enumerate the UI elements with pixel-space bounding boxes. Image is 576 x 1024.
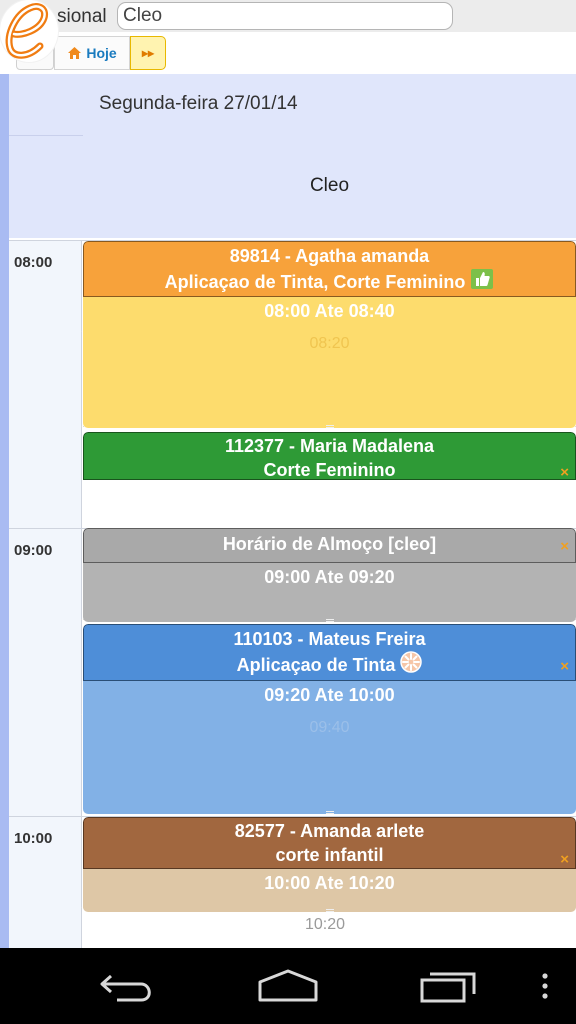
appointment-card[interactable]: 110103 - Mateus Freira Aplicaçao de Tint… (83, 624, 576, 814)
home-icon[interactable] (256, 968, 320, 1004)
resize-handle[interactable] (325, 619, 334, 622)
day-header: Segunda-feira 27/01/14 Cleo (9, 74, 576, 238)
time-label: 10:00 (14, 830, 53, 847)
android-navigation-bar (0, 948, 576, 1024)
appointment-header: 89814 - Agatha amanda Aplicaçao de Tinta… (83, 241, 576, 297)
menu-icon[interactable] (540, 972, 550, 1002)
resize-handle[interactable] (325, 811, 334, 814)
slot-hint: 08:20 (309, 335, 350, 352)
appointment-header: 110103 - Mateus Freira Aplicaçao de Tint… (83, 624, 576, 681)
appointment-title: 110103 - Mateus Freira (233, 629, 426, 649)
time-label: 09:00 (14, 542, 53, 559)
resize-handle[interactable] (325, 909, 334, 912)
appointment-time: 09:20 Ate 10:00 (264, 685, 395, 705)
appointment-card[interactable]: Horário de Almoço [cleo] × 09:00 Ate 09:… (83, 528, 576, 622)
appointment-time: 09:00 Ate 09:20 (264, 567, 395, 587)
appointment-card[interactable]: 82577 - Amanda arlete corte infantil × 1… (83, 817, 576, 912)
appointment-header: Horário de Almoço [cleo] × (83, 528, 576, 563)
time-label: 08:00 (14, 254, 53, 271)
appointment-title: 112377 - Maria Madalena (224, 436, 435, 456)
appointment-card[interactable]: 89814 - Agatha amanda Aplicaçao de Tinta… (83, 241, 576, 428)
appointment-service: corte infantil (275, 845, 384, 865)
next-day-button[interactable]: ▸▸ (130, 36, 166, 70)
agenda-screen: sional Hoje ▸▸ Segunda-feira 27/01/14 Cl… (0, 0, 576, 948)
day-title: Segunda-feira 27/01/14 (99, 93, 298, 114)
slot-hint: 09:40 (309, 719, 350, 736)
loading-icon (400, 651, 423, 673)
appointment-service: Corte Feminino (263, 460, 396, 480)
appointment-time: 08:00 Ate 08:40 (264, 301, 395, 321)
appointment-header: 112377 - Maria Madalena Corte Feminino × (83, 432, 576, 480)
professional-label: sional (57, 6, 107, 27)
appointment-time: 10:00 Ate 10:20 (264, 873, 395, 893)
app-logo[interactable] (0, 0, 58, 62)
close-icon[interactable]: × (560, 655, 569, 679)
back-icon[interactable] (99, 970, 157, 1004)
close-icon[interactable]: × (560, 535, 569, 559)
home-icon (68, 47, 82, 59)
today-button[interactable]: Hoje (54, 36, 130, 70)
date-navigation: Hoje ▸▸ (0, 32, 576, 74)
e-logo-icon (5, 2, 49, 59)
appointment-service: Aplicaçao de Tinta (236, 655, 396, 675)
appointment-title: 89814 - Agatha amanda (229, 246, 430, 266)
appointment-title: 82577 - Amanda arlete (234, 821, 425, 841)
appointment-title: Horário de Almoço [cleo] (222, 534, 437, 554)
left-edge-strip (0, 74, 9, 948)
professional-column-header: Cleo (309, 175, 350, 196)
top-toolbar: sional (0, 0, 576, 32)
recent-apps-icon[interactable] (418, 968, 480, 1004)
empty-slot-label[interactable]: 10:20 (305, 916, 345, 934)
appointment-card[interactable]: 112377 - Maria Madalena Corte Feminino × (83, 432, 576, 480)
appointment-service: Aplicaçao de Tinta, Corte Feminino (164, 272, 466, 292)
appointment-header: 82577 - Amanda arlete corte infantil × (83, 817, 576, 869)
close-icon[interactable]: × (560, 461, 569, 480)
thumbs-up-icon (471, 269, 494, 289)
today-label: Hoje (86, 45, 117, 61)
professional-input[interactable] (117, 2, 453, 30)
resize-handle[interactable] (325, 425, 334, 428)
